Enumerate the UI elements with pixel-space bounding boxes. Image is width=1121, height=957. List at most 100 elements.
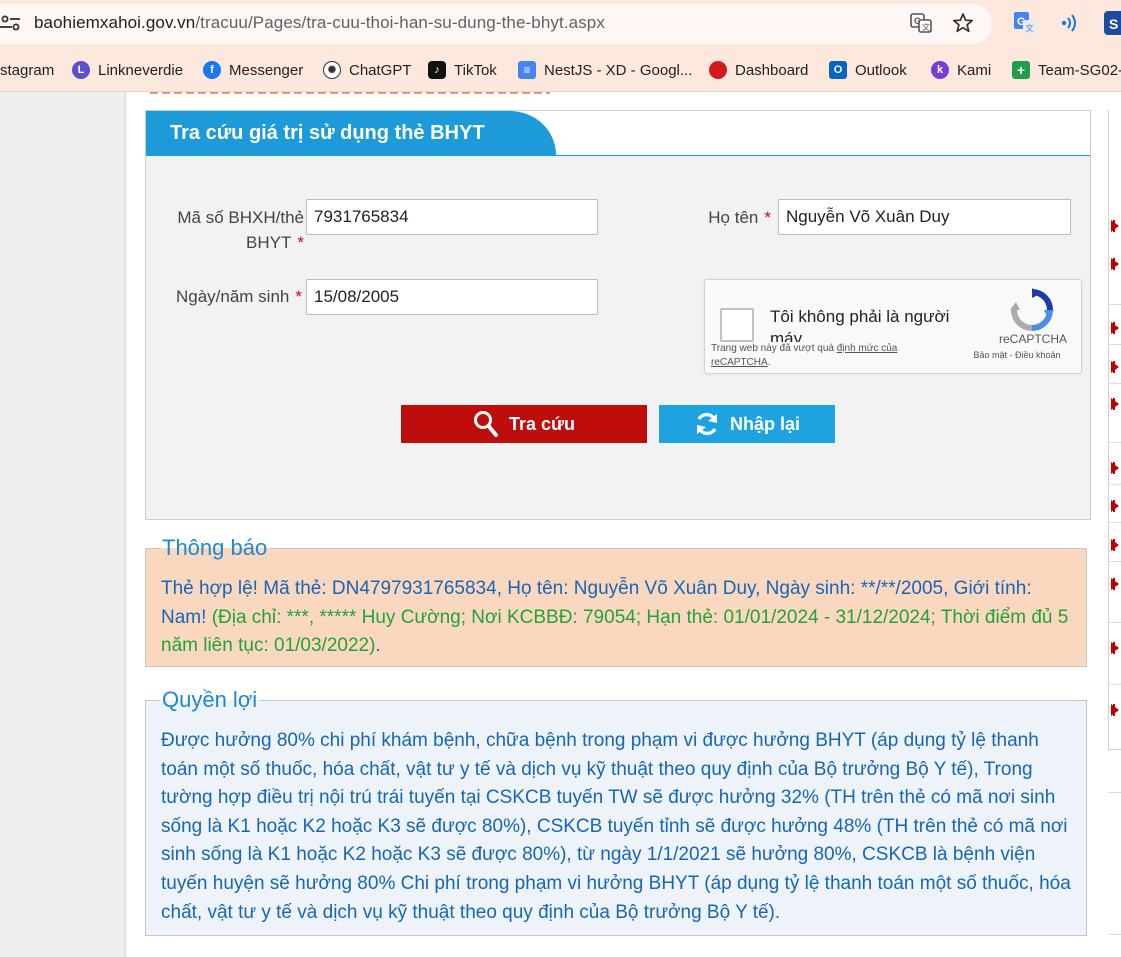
- sidebar-divider: [1108, 934, 1121, 935]
- bookmark-label: TikTok: [454, 61, 497, 79]
- sidebar-bullet-arrow-icon[interactable]: [1111, 704, 1119, 716]
- sidebar-divider: [1108, 484, 1121, 485]
- browser-address-bar: baohiemxahoi.gov.vn/tracuu/Pages/tra-cuu…: [0, 0, 1121, 48]
- bookmark-kami[interactable]: k Kami: [931, 60, 991, 80]
- bookmarks-bar: stagram L Linkneverdie f Messenger ✺ ChatGP…: [0, 48, 1121, 92]
- full-name-input[interactable]: Nguyễn Võ Xuân Duy: [778, 199, 1071, 235]
- extension-icon[interactable]: S: [1104, 11, 1121, 35]
- notice-card-details: (Địa chỉ: ***, ***** Huy Cường; Nơi KCBB…: [161, 606, 1069, 657]
- url-path: /tracuu/Pages/tra-cuu-thoi-han-su-dung-t…: [195, 13, 605, 32]
- recaptcha-notice-prefix: Trang web này đã vượt quá: [711, 343, 834, 354]
- dob-input[interactable]: 15/08/2005: [306, 279, 598, 315]
- bookmark-label: Kami: [957, 61, 992, 79]
- bookmark-nestjs[interactable]: ≡ NestJS - XD - Googl...: [518, 60, 692, 80]
- notice-legend: Thông báo: [162, 535, 268, 560]
- sidebar-bullet-arrow-icon[interactable]: [1111, 220, 1119, 232]
- benefit-box: Quyền lợi Được hưởng 80% chi phí khám bệ…: [145, 687, 1087, 936]
- required-mark: *: [297, 233, 304, 252]
- facebook-icon: f: [203, 61, 221, 79]
- sidebar-bullet-arrow-icon[interactable]: [1111, 539, 1119, 551]
- sidebar-bullet-arrow-icon[interactable]: [1111, 398, 1119, 410]
- linkneverdie-icon: L: [72, 61, 90, 79]
- chatgpt-icon: ✺: [323, 61, 341, 79]
- recaptcha-privacy-terms[interactable]: Bảo mật - Điều khoản: [967, 350, 1067, 360]
- bookmark-label: Team-SG02-: [1038, 61, 1121, 79]
- svg-text:文: 文: [1026, 23, 1034, 33]
- benefit-text: Được hưởng 80% chi phí khám bệnh, chữa b…: [161, 730, 1071, 923]
- sidebar-bullet-arrow-icon[interactable]: [1111, 322, 1119, 334]
- notice-text: Thẻ hợp lệ! Mã thẻ: DN4797931765834, Họ …: [161, 575, 1072, 661]
- notice-box: Thông báo Thẻ hợp lệ! Mã thẻ: DN47979317…: [145, 535, 1087, 667]
- tiktok-icon: ♪: [428, 61, 446, 79]
- panel-header: Tra cứu giá trị sử dụng thẻ BHYT: [146, 111, 1090, 156]
- url-host: baohiemxahoi.gov.vn: [34, 13, 196, 32]
- bookmark-label: Messenger: [229, 61, 304, 79]
- sidebar-bullet-arrow-icon[interactable]: [1111, 361, 1119, 373]
- svg-text:S: S: [1109, 16, 1118, 32]
- google-docs-icon: ≡: [518, 61, 536, 79]
- card-number-label-line1: Mã số BHXH/thẻ: [177, 208, 304, 227]
- url-text[interactable]: baohiemxahoi.gov.vn/tracuu/Pages/tra-cuu…: [34, 13, 605, 33]
- bookmark-label: NestJS - XD - Googl...: [544, 61, 693, 79]
- sidebar-bullet-arrow-icon[interactable]: [1111, 642, 1119, 654]
- site-settings-icon[interactable]: [0, 12, 22, 34]
- recaptcha-logo-icon: [1010, 288, 1054, 332]
- required-mark: *: [764, 208, 771, 227]
- required-mark: *: [295, 287, 302, 306]
- recaptcha-notice-suffix: .: [767, 357, 771, 368]
- sidebar-divider: [1108, 792, 1121, 793]
- bookmark-instagram[interactable]: stagram: [0, 60, 54, 80]
- sidebar-divider: [1108, 561, 1121, 562]
- sidebar-bullet-arrow-icon[interactable]: [1111, 258, 1119, 270]
- bookmark-tiktok[interactable]: ♪ TikTok: [428, 60, 497, 80]
- sidebar-divider: [1108, 442, 1121, 443]
- panel-title: Tra cứu giá trị sử dụng thẻ BHYT: [170, 122, 485, 144]
- card-number-input[interactable]: 7931765834: [306, 199, 598, 235]
- card-number-label: Mã số BHXH/thẻ BHYT *: [156, 205, 304, 255]
- dob-label: Ngày/năm sinh *: [146, 284, 302, 309]
- kami-icon: k: [931, 61, 949, 79]
- translate-icon[interactable]: G文: [910, 12, 932, 34]
- sidebar-divider: [1108, 622, 1121, 623]
- read-aloud-extension-icon[interactable]: [1058, 11, 1082, 35]
- google-sheets-icon: +: [1012, 61, 1030, 79]
- bookmark-label: Dashboard: [735, 61, 809, 79]
- sidebar-bullet-arrow-icon[interactable]: [1111, 500, 1119, 512]
- bookmark-label: ChatGPT: [349, 61, 412, 79]
- recaptcha-checkbox[interactable]: [720, 308, 754, 342]
- bookmark-linkneverdie[interactable]: L Linkneverdie: [72, 60, 183, 80]
- benefit-legend: Quyền lợi: [162, 687, 258, 712]
- right-sidebar: [1108, 110, 1121, 750]
- search-button-label: Tra cứu: [508, 413, 576, 434]
- refresh-icon: [696, 412, 717, 436]
- magnifier-icon: [473, 411, 498, 437]
- sidebar-divider: [1108, 304, 1121, 305]
- bookmark-dashboard[interactable]: Dashboard: [709, 60, 808, 80]
- google-translate-extension-icon[interactable]: G文: [1013, 11, 1037, 35]
- sidebar-divider: [1108, 344, 1121, 345]
- bookmark-messenger[interactable]: f Messenger: [203, 60, 303, 80]
- recaptcha-quota-notice: Trang web này đã vượt quá định mức của r…: [711, 342, 931, 370]
- star-icon[interactable]: [952, 12, 974, 34]
- bookmark-team-sg02[interactable]: + Team-SG02-: [1012, 60, 1121, 80]
- sidebar-bullet-arrow-icon[interactable]: [1111, 578, 1119, 590]
- panel-title-tab: Tra cứu giá trị sử dụng thẻ BHYT: [146, 111, 556, 155]
- full-name-label-text: Họ tên: [708, 208, 759, 227]
- clipped-heading-remnant: [150, 92, 550, 98]
- bookmark-outlook[interactable]: O Outlook: [829, 60, 907, 80]
- sidebar-divider: [1108, 383, 1121, 384]
- page-left-gutter: [0, 92, 124, 957]
- svg-text:文: 文: [922, 22, 930, 32]
- card-number-label-line2: BHYT: [246, 233, 292, 252]
- page-viewport: Tra cứu giá trị sử dụng thẻ BHYT Mã số B…: [0, 92, 1121, 957]
- bhyt-lookup-panel: Tra cứu giá trị sử dụng thẻ BHYT Mã số B…: [145, 110, 1091, 520]
- page-left-shadow: [124, 92, 128, 957]
- bookmark-label: stagram: [0, 61, 55, 79]
- sidebar-bullet-arrow-icon[interactable]: [1111, 462, 1119, 474]
- search-button[interactable]: Tra cứu: [401, 405, 647, 443]
- dashboard-icon: [709, 61, 727, 79]
- bookmark-label: Linkneverdie: [98, 61, 184, 79]
- reset-button[interactable]: Nhập lại: [659, 405, 835, 443]
- bookmark-chatgpt[interactable]: ✺ ChatGPT: [323, 60, 412, 80]
- recaptcha-widget: Tôi không phải là người máy Trang web nà…: [704, 279, 1082, 374]
